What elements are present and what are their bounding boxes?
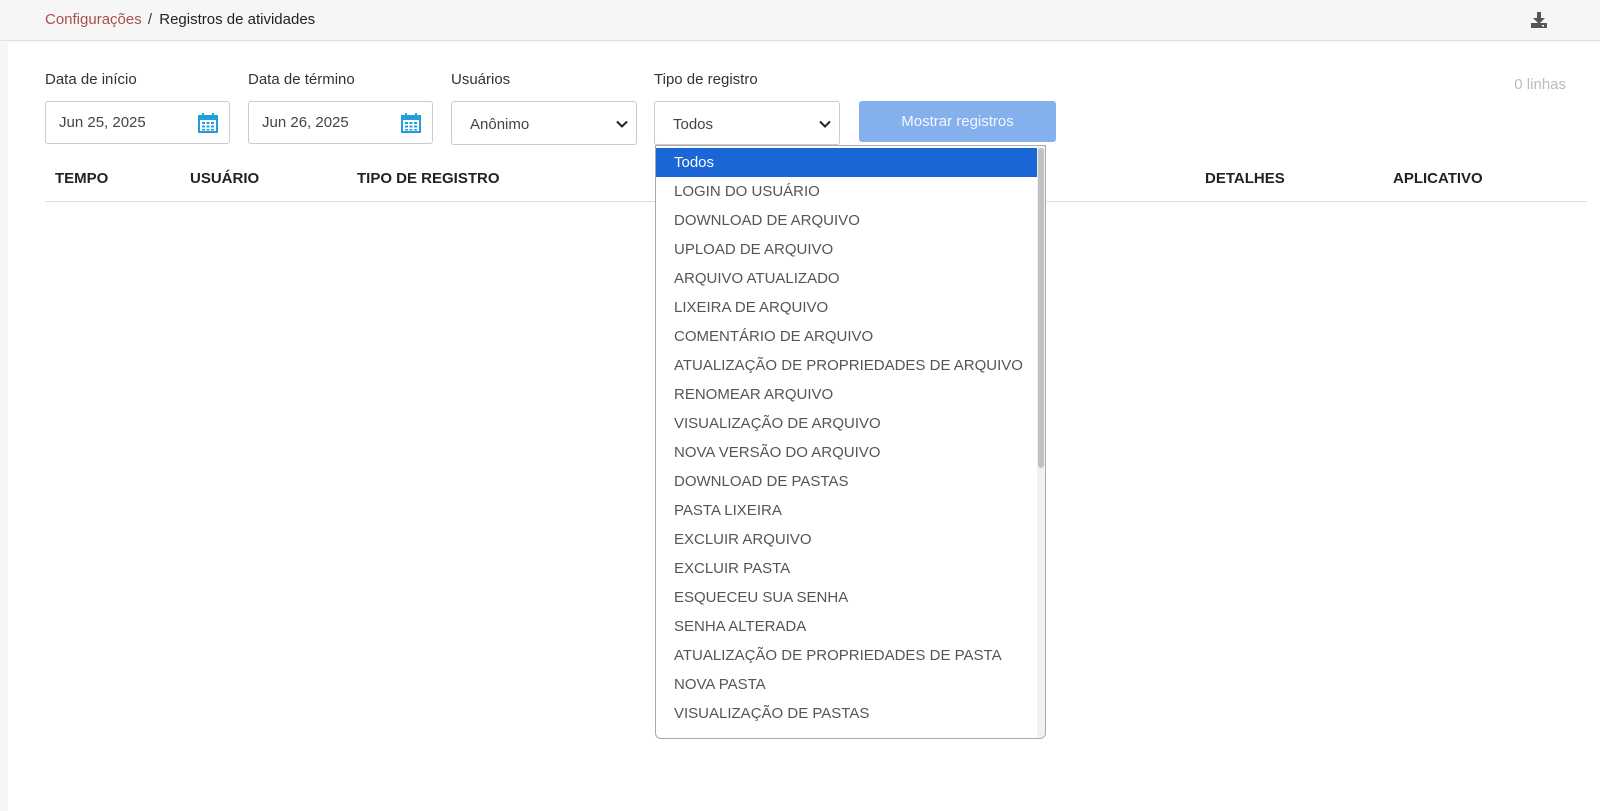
dropdown-option[interactable]: EXCLUIR PASTA: [656, 554, 1039, 583]
chevron-down-icon: [819, 120, 831, 128]
dropdown-option[interactable]: ESQUECEU SUA SENHA: [656, 583, 1039, 612]
dropdown-option[interactable]: LIXEIRA DE ARQUIVO: [656, 293, 1039, 322]
left-edge: [0, 41, 8, 811]
dropdown-option[interactable]: VISUALIZAÇÃO DE PASTAS: [656, 699, 1039, 728]
start-date-label: Data de início: [45, 71, 137, 88]
log-type-select[interactable]: Todos: [654, 101, 840, 145]
chevron-down-icon: [616, 120, 628, 128]
show-logs-button[interactable]: Mostrar registros: [859, 101, 1056, 142]
dropdown-option[interactable]: PASTA LIXEIRA: [656, 496, 1039, 525]
download-icon: [1531, 12, 1547, 28]
column-header-application[interactable]: APLICATIVO: [1393, 170, 1483, 188]
dropdown-option[interactable]: COMENTÁRIO DE ARQUIVO: [656, 322, 1039, 351]
dropdown-option[interactable]: LOGIN DO USUÁRIO: [656, 177, 1039, 206]
start-date-value: Jun 25, 2025: [59, 114, 146, 131]
end-date-input[interactable]: Jun 26, 2025: [248, 101, 433, 144]
column-header-details[interactable]: DETALHES: [1205, 170, 1285, 188]
dropdown-option[interactable]: DOWNLOAD DE ARQUIVO: [656, 206, 1039, 235]
dropdown-option[interactable]: NOVA VERSÃO DO ARQUIVO: [656, 438, 1039, 467]
breadcrumb: Configurações / Registros de atividades: [45, 11, 315, 29]
dropdown-option[interactable]: VISUALIZAÇÃO DE ARQUIVO: [656, 409, 1039, 438]
dropdown-option[interactable]: RENOMEAR ARQUIVO: [656, 380, 1039, 409]
start-date-input[interactable]: Jun 25, 2025: [45, 101, 230, 144]
breadcrumb-link-settings[interactable]: Configurações: [45, 11, 142, 28]
dropdown-scrollbar[interactable]: [1037, 146, 1045, 738]
top-bar: Configurações / Registros de atividades: [0, 0, 1600, 41]
dropdown-option[interactable]: ATUALIZAÇÃO DE PROPRIEDADES DE ARQUIVO: [656, 351, 1039, 380]
users-select[interactable]: Anônimo: [451, 101, 637, 145]
dropdown-option-all[interactable]: Todos: [656, 148, 1039, 177]
row-count: 0 linhas: [1514, 76, 1566, 93]
dropdown-option[interactable]: ARQUIVO ATUALIZADO: [656, 264, 1039, 293]
download-button[interactable]: [1528, 9, 1550, 31]
breadcrumb-separator: /: [147, 11, 153, 28]
dropdown-option[interactable]: UPLOAD DE ARQUIVO: [656, 235, 1039, 264]
dropdown-option[interactable]: ATUALIZAÇÃO DE PROPRIEDADES DE PASTA: [656, 641, 1039, 670]
column-header-log-type[interactable]: TIPO DE REGISTRO: [357, 170, 500, 188]
dropdown-option[interactable]: DOWNLOAD DE PASTAS: [656, 467, 1039, 496]
log-type-select-value: Todos: [673, 116, 714, 133]
log-type-dropdown[interactable]: Todos LOGIN DO USUÁRIO DOWNLOAD DE ARQUI…: [655, 145, 1046, 739]
dropdown-option[interactable]: EXCLUIR ARQUIVO: [656, 525, 1039, 554]
end-date-label: Data de término: [248, 71, 355, 88]
column-header-user[interactable]: USUÁRIO: [190, 170, 259, 188]
users-select-value: Anônimo: [470, 116, 530, 133]
users-label: Usuários: [451, 71, 511, 88]
column-header-time[interactable]: TEMPO: [55, 170, 108, 188]
dropdown-scrollbar-thumb[interactable]: [1038, 148, 1044, 468]
log-type-label: Tipo de registro: [654, 71, 758, 88]
dropdown-option[interactable]: SENHA ALTERADA: [656, 612, 1039, 641]
dropdown-option[interactable]: NOVA PASTA: [656, 670, 1039, 699]
end-date-value: Jun 26, 2025: [262, 114, 349, 131]
calendar-icon[interactable]: [400, 112, 422, 134]
breadcrumb-current: Registros de atividades: [159, 11, 316, 28]
calendar-icon[interactable]: [197, 112, 219, 134]
